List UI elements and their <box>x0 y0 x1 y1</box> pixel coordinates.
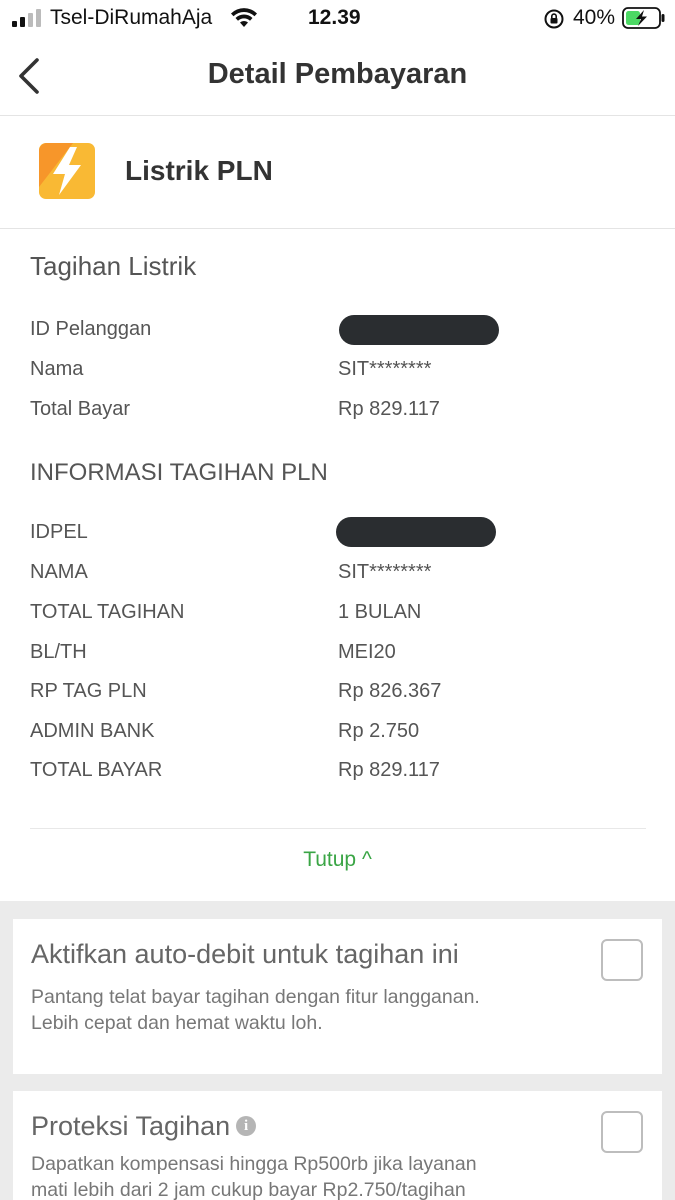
info-icon[interactable]: i <box>236 1116 257 1136</box>
label-id-pelanggan: ID Pelanggan <box>30 318 152 340</box>
label-admin-bank: ADMIN BANK <box>30 720 155 742</box>
auto-debit-desc-line1: Pantang telat bayar tagihan dengan fitur… <box>31 986 480 1008</box>
product-name: Listrik PLN <box>125 155 273 186</box>
auto-debit-checkbox[interactable] <box>601 939 643 981</box>
label-bl-th: BL/TH <box>30 641 87 663</box>
value-total-tagihan: 1 BULAN <box>338 601 422 623</box>
collapse-label: Tutup ^ <box>303 848 372 871</box>
options-area: Aktifkan auto-debit untuk tagihan ini Pa… <box>0 901 675 1200</box>
product-header: Listrik PLN <box>0 117 675 229</box>
proteksi-title: Proteksi Tagihan <box>31 1111 231 1141</box>
proteksi-checkbox[interactable] <box>601 1111 643 1153</box>
value-nama: SIT******** <box>338 358 432 380</box>
divider <box>30 828 646 829</box>
label-total-tagihan: TOTAL TAGIHAN <box>30 601 185 623</box>
value-total-bayar-upper: Rp 829.117 <box>338 759 440 781</box>
label-nama-upper: NAMA <box>30 561 88 583</box>
wifi-icon <box>231 8 257 27</box>
status-bar: Tsel-DiRumahAja 12.39 40% <box>0 0 675 38</box>
value-rp-tag-pln: Rp 826.367 <box>338 680 442 702</box>
battery-charging-icon <box>622 7 665 29</box>
redacted-idpel <box>336 517 496 547</box>
section-title-tagihan-listrik: Tagihan Listrik <box>30 251 197 281</box>
label-nama: Nama <box>30 358 84 380</box>
rotation-lock-icon <box>544 9 564 29</box>
redacted-id-pelanggan <box>339 315 499 345</box>
section-title-informasi: INFORMASI TAGIHAN PLN <box>30 459 328 486</box>
carrier-name: Tsel-DiRumahAja <box>50 6 213 29</box>
value-total-bayar: Rp 829.117 <box>338 398 440 420</box>
value-nama-upper: SIT******** <box>338 561 432 583</box>
value-admin-bank: Rp 2.750 <box>338 720 420 742</box>
auto-debit-desc-line2: Lebih cepat dan hemat waktu loh. <box>31 1012 323 1034</box>
label-total-bayar: Total Bayar <box>30 398 131 420</box>
clock: 12.39 <box>308 6 361 29</box>
collapse-button[interactable]: Tutup ^ <box>0 848 675 872</box>
lightning-icon <box>39 143 95 199</box>
page-title: Detail Pembayaran <box>207 58 468 90</box>
proteksi-desc-line2: mati lebih dari 2 jam cukup bayar Rp2.75… <box>31 1179 466 1200</box>
nav-bar: Detail Pembayaran <box>0 38 675 116</box>
battery-percent: 40% <box>573 6 616 29</box>
label-idpel: IDPEL <box>30 521 88 543</box>
proteksi-desc-line1: Dapatkan kompensasi hingga Rp500rb jika … <box>31 1153 477 1175</box>
proteksi-card[interactable]: Proteksi Tagihan i Dapatkan kompensasi hi… <box>13 1091 662 1200</box>
label-rp-tag-pln: RP TAG PLN <box>30 680 147 702</box>
signal-icon <box>12 9 41 27</box>
value-bl-th: MEI20 <box>338 641 396 663</box>
proteksi-title-row: Proteksi Tagihan i <box>31 1111 257 1142</box>
label-total-bayar-upper: TOTAL BAYAR <box>30 759 163 781</box>
auto-debit-card[interactable]: Aktifkan auto-debit untuk tagihan ini Pa… <box>13 919 662 1074</box>
auto-debit-title: Aktifkan auto-debit untuk tagihan ini <box>31 939 459 969</box>
